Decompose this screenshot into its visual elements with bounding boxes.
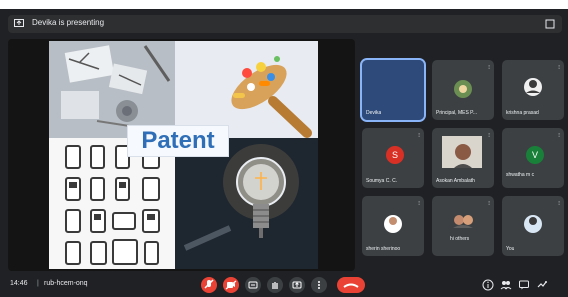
participant-tile-8[interactable]: ⁝ hi others [432,196,494,256]
end-call-icon [343,283,359,288]
participant-name: Soumya C. C. [366,178,398,184]
captions-icon [248,281,258,289]
meeting-code: rub-hcem-onq [44,280,88,287]
participant-name: Devika [366,110,382,116]
shared-slide: Patent [49,41,318,269]
lightbulb-image [175,138,318,269]
avatar-initial: V [531,150,538,160]
presenting-label: Devika is presenting [32,18,105,27]
clock: 14:46 [10,280,28,287]
camera-off-icon [225,280,237,290]
avatar-initial: S [391,150,398,160]
participant-tile-3[interactable]: ⁝ krishna prasad [502,60,564,120]
people-icon[interactable] [500,279,512,291]
presentation-stage: Patent [8,39,355,271]
participant-name: shwatha m c [506,172,535,178]
end-call-button[interactable] [337,277,365,293]
chat-icon[interactable] [518,279,530,291]
participant-tile-4[interactable]: ⁝ S Soumya C. C. [362,128,424,188]
sketch-tools-image [49,41,175,138]
avatar: S [386,146,404,164]
devices-image [49,138,175,269]
pin-icon[interactable]: ⁝ [488,64,490,71]
participant-tile-1[interactable]: Devika [360,58,426,122]
presenting-bar: Devika is presenting [8,15,562,33]
participant-name: You [506,246,515,252]
present-icon [14,19,24,27]
participant-name: Principal, MES P... [436,110,478,116]
right-tools [478,277,558,293]
present-screen-icon [292,281,302,289]
participant-tile-5[interactable]: ⁝ Asokan Ambalath [432,128,494,188]
pills-image [175,41,318,138]
camera-off-button[interactable] [223,277,239,293]
mic-off-button[interactable] [201,277,217,293]
activities-icon[interactable] [536,279,548,291]
participant-name: hi others [450,236,470,242]
meet-window: Devika is presenting Patent Devika ⁝ Pri… [0,9,568,297]
pin-icon[interactable]: ⁝ [558,64,560,71]
call-controls [201,277,381,293]
participant-name: sherin sherinoo [366,246,401,252]
participant-tile-6[interactable]: ⁝ V shwatha m c [502,128,564,188]
hand-icon [272,282,278,289]
pin-icon[interactable]: ⁝ [418,200,420,207]
pin-icon[interactable]: ⁝ [418,132,420,139]
participant-name: krishna prasad [506,110,539,116]
pin-icon[interactable]: ⁝ [558,132,560,139]
raise-hand-button[interactable] [267,277,283,293]
mic-off-icon [204,279,214,289]
info-icon[interactable] [482,279,494,291]
slide-title: Patent [141,127,215,154]
present-button[interactable] [289,277,305,293]
participant-tile-2[interactable]: ⁝ Principal, MES P... [432,60,494,120]
slide-title-box: Patent [127,125,229,157]
participant-tile-9[interactable]: ⁝ You [502,196,564,256]
more-vert-icon [318,281,320,289]
expand-icon[interactable] [544,18,556,30]
separator: | [37,280,39,287]
pin-icon[interactable]: ⁝ [488,200,490,207]
captions-button[interactable] [245,277,261,293]
pin-icon[interactable]: ⁝ [488,132,490,139]
pin-icon[interactable]: ⁝ [558,200,560,207]
avatar: V [526,146,544,164]
participant-tile-7[interactable]: ⁝ sherin sherinoo [362,196,424,256]
bottom-bar: 14:46 | rub-hcem-onq [0,273,568,297]
more-options-button[interactable] [311,277,327,293]
participant-name: Asokan Ambalath [436,178,475,184]
